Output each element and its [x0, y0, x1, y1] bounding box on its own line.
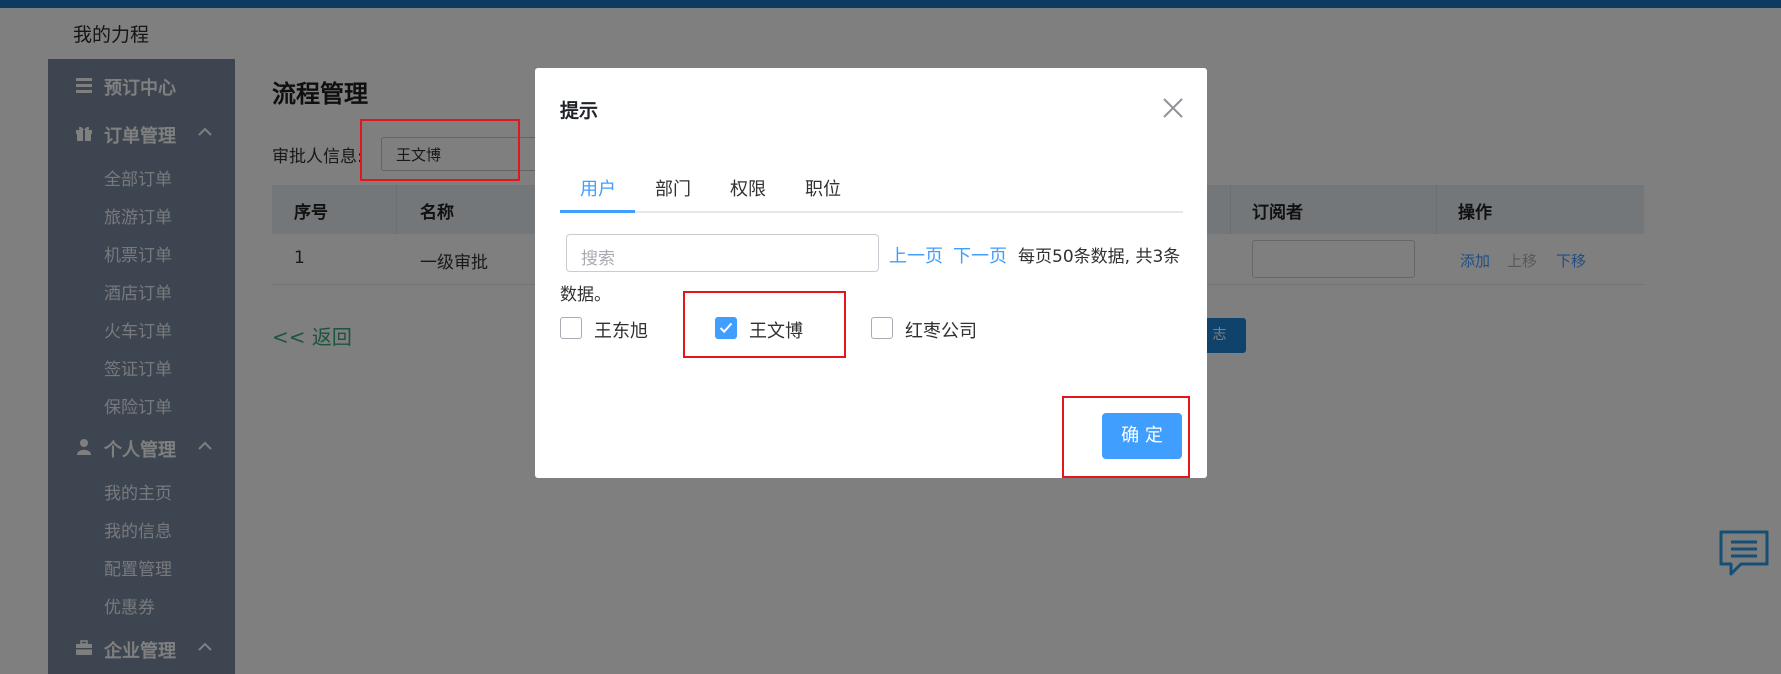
- active-tab-indicator: [560, 210, 635, 213]
- user-label-1[interactable]: 王东旭: [594, 317, 648, 343]
- tab-permissions[interactable]: 权限: [730, 175, 766, 201]
- pagination-info: 每页50条数据, 共3条: [1018, 247, 1181, 267]
- checkbox-user-3[interactable]: [871, 317, 893, 339]
- search-input[interactable]: 搜索: [566, 234, 879, 272]
- user-label-3[interactable]: 红枣公司: [905, 317, 977, 343]
- next-page-link[interactable]: 下一页: [953, 242, 1007, 268]
- search-placeholder: 搜索: [581, 249, 615, 269]
- pagination-info-continued: 数据。: [560, 285, 611, 305]
- tabs-bar: [560, 211, 1183, 213]
- highlight-approver-input: [360, 119, 520, 181]
- tab-departments[interactable]: 部门: [655, 175, 691, 201]
- prev-page-link[interactable]: 上一页: [889, 242, 943, 268]
- highlight-selected-user: [683, 291, 846, 358]
- dialog-title: 提示: [560, 100, 599, 122]
- checkbox-user-1[interactable]: [560, 317, 582, 339]
- highlight-confirm-button: [1062, 396, 1190, 478]
- tab-users[interactable]: 用户: [580, 175, 616, 201]
- close-icon[interactable]: [1161, 96, 1185, 120]
- tab-positions[interactable]: 职位: [805, 175, 841, 201]
